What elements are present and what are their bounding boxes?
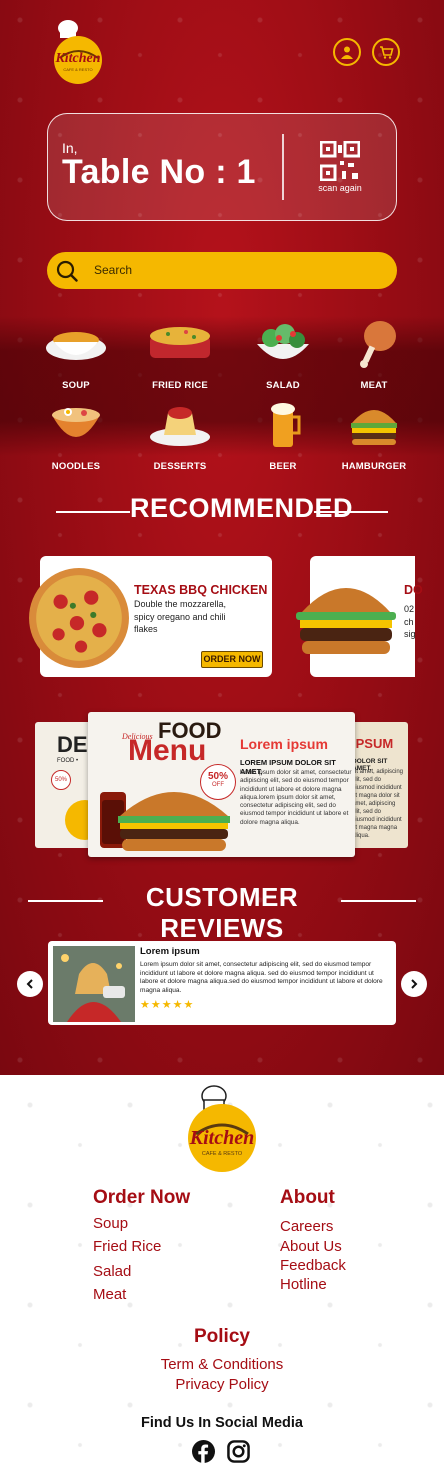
- chevron-right-icon: [411, 979, 418, 989]
- user-circle-icon[interactable]: [333, 38, 361, 66]
- category-soup[interactable]: SOUP: [36, 318, 116, 391]
- banner-left[interactable]: DEL FOOD • 50%: [35, 722, 95, 848]
- search-icon: [56, 260, 78, 282]
- order-now-button[interactable]: ORDER NOW: [201, 651, 263, 668]
- facebook-icon[interactable]: [192, 1440, 215, 1463]
- footer-link-privacy[interactable]: Privacy Policy: [0, 1376, 444, 1393]
- meat-icon: [360, 321, 396, 368]
- discount-badge: 50% OFF: [200, 764, 236, 800]
- category-label: SOUP: [62, 380, 90, 391]
- table-divider: [282, 134, 284, 200]
- chevron-left-icon: [26, 979, 33, 989]
- footer-logo[interactable]: Kitchen CAFE & RESTO: [178, 1082, 266, 1174]
- cart-icon[interactable]: [372, 38, 400, 66]
- table-number: Table No : 1: [62, 153, 256, 191]
- qr-code-icon[interactable]: [320, 141, 360, 181]
- page: Kitchen CAFE & RESTO In, Table No : 1 sc…: [0, 0, 444, 1477]
- search-placeholder[interactable]: Search: [94, 263, 132, 277]
- svg-text:CAFE & RESTO: CAFE & RESTO: [63, 67, 92, 72]
- order-now-heading: Order Now: [93, 1187, 191, 1208]
- brand-logo[interactable]: Kitchen CAFE & RESTO: [46, 18, 110, 84]
- food-menu-banner[interactable]: Delicious FOOD Menu 50% OFF Lorem ipsum …: [88, 712, 355, 857]
- review-text: Lorem ipsum dolor sit amet, consectetur …: [140, 961, 383, 994]
- instagram-icon[interactable]: [227, 1440, 250, 1463]
- category-meat[interactable]: MEAT: [334, 318, 414, 391]
- soup-icon: [46, 332, 106, 360]
- next-review-button[interactable]: [401, 971, 427, 997]
- social-heading: Find Us In Social Media: [141, 1415, 303, 1431]
- recommended-item-desc: 02 ch sig: [404, 604, 415, 639]
- svg-text:Kitchen: Kitchen: [189, 1127, 254, 1149]
- burger-image: [296, 588, 396, 654]
- salad-icon: [257, 324, 309, 359]
- dessert-icon: [150, 407, 210, 446]
- footer-link-salad[interactable]: Salad: [93, 1263, 131, 1280]
- footer-link-fried-rice[interactable]: Fried Rice: [93, 1238, 161, 1255]
- category-label: SALAD: [266, 380, 300, 391]
- divider-line: [28, 900, 103, 902]
- recommended-item-desc: Double the mozzarella, spicy oregano and…: [134, 599, 227, 634]
- scan-again-button[interactable]: scan again: [308, 183, 372, 193]
- category-label: FRIED RICE: [152, 380, 208, 391]
- category-label: MEAT: [360, 380, 388, 391]
- category-beer[interactable]: BEER: [243, 399, 323, 472]
- recommended-title: RECOMMENDED: [130, 493, 354, 523]
- reviews-title: CUSTOMER REVIEWS: [145, 882, 299, 943]
- prev-review-button[interactable]: [17, 971, 43, 997]
- divider-line: [314, 511, 388, 513]
- category-noodles[interactable]: NOODLES: [36, 399, 116, 472]
- hamburger-icon: [351, 410, 397, 445]
- category-label: NOODLES: [51, 461, 101, 472]
- reviewer-name: Lorem ipsum: [140, 946, 200, 957]
- footer-link-meat[interactable]: Meat: [93, 1286, 126, 1303]
- policy-heading: Policy: [194, 1326, 250, 1347]
- category-fried-rice[interactable]: FRIED RICE: [140, 318, 220, 391]
- noodles-icon: [52, 408, 100, 437]
- category-hamburger[interactable]: HAMBURGER: [334, 399, 414, 472]
- recommended-item-title: DO: [404, 583, 423, 597]
- star-rating: ★★★★★: [140, 998, 195, 1011]
- footer-link-terms[interactable]: Term & Conditions: [0, 1356, 444, 1373]
- footer-link-hotline[interactable]: Hotline: [280, 1276, 327, 1293]
- category-label: DESSERTS: [153, 461, 207, 472]
- pizza-image: [29, 568, 129, 668]
- divider-line: [56, 511, 130, 513]
- footer-link-careers[interactable]: Careers: [280, 1218, 333, 1235]
- category-label: HAMBURGER: [341, 461, 407, 472]
- reviewer-photo: [53, 946, 135, 1022]
- banner-right[interactable]: IPSUM DOLOR SIT AMET, sit amet, adipisci…: [348, 722, 408, 848]
- review-card: Lorem ipsum Lorem ipsum dolor sit amet, …: [48, 941, 396, 1025]
- fried-rice-icon: [150, 327, 210, 358]
- footer-link-feedback[interactable]: Feedback: [280, 1257, 346, 1274]
- footer-link-about-us[interactable]: About Us: [280, 1238, 342, 1255]
- footer-link-soup[interactable]: Soup: [93, 1215, 128, 1232]
- category-label: BEER: [269, 461, 297, 472]
- svg-text:Kitchen: Kitchen: [54, 51, 100, 66]
- svg-text:CAFE & RESTO: CAFE & RESTO: [202, 1151, 243, 1157]
- recommended-item-title: TEXAS BBQ CHICKEN: [134, 583, 268, 597]
- beer-icon: [271, 403, 301, 447]
- category-desserts[interactable]: DESSERTS: [140, 399, 220, 472]
- about-heading: About: [280, 1187, 335, 1208]
- category-salad[interactable]: SALAD: [243, 318, 323, 391]
- divider-line: [341, 900, 416, 902]
